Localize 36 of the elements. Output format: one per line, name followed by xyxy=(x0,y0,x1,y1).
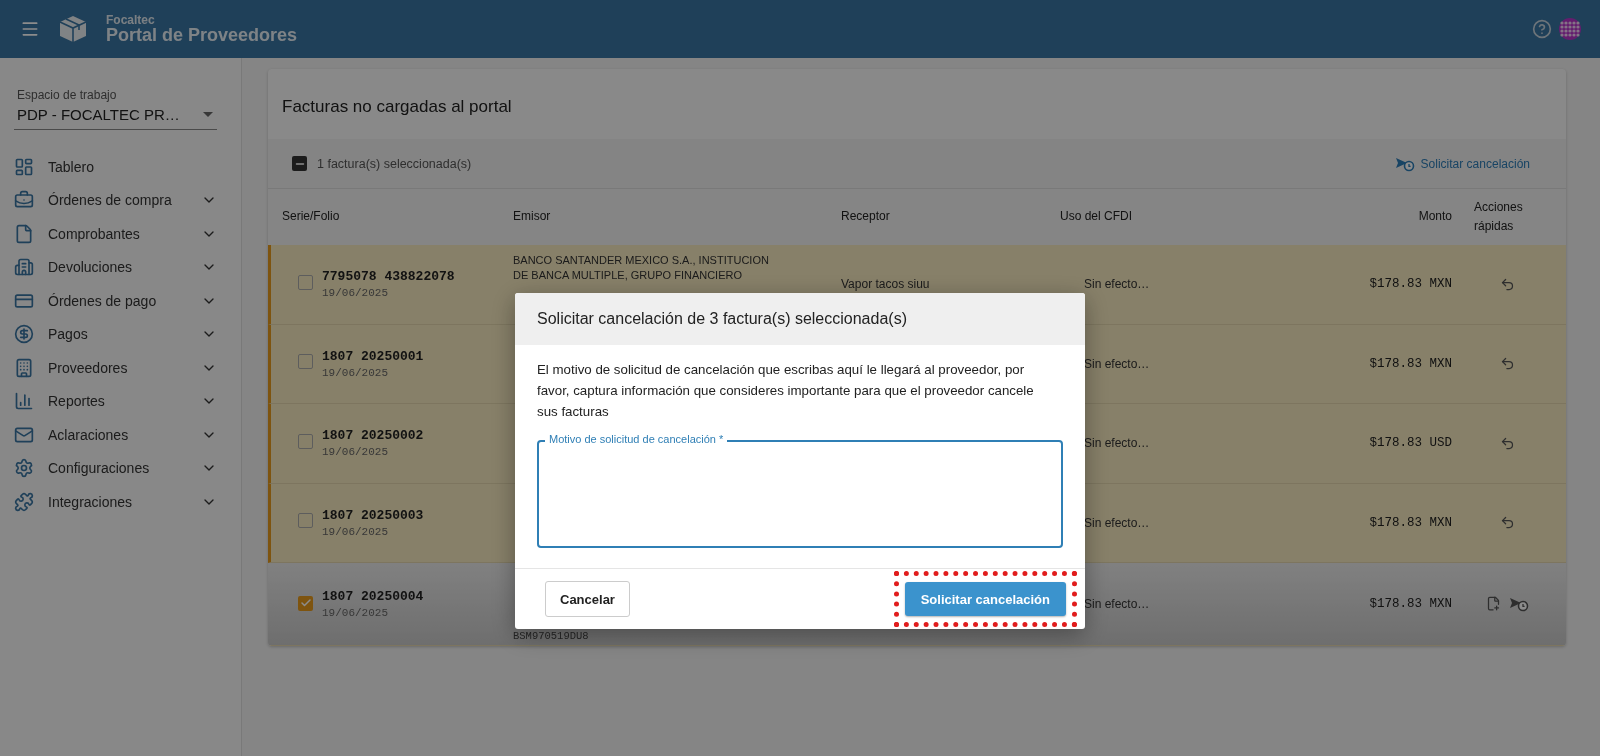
amount-text: $178.83 MXN xyxy=(1368,277,1452,292)
date-text: 19/06/2025 xyxy=(322,446,389,459)
column-header: Receptor xyxy=(841,208,891,226)
cfdi-use: Sin efecto… xyxy=(1084,436,1150,451)
receiver-name: Vapor tacos siuu xyxy=(841,277,931,292)
date-text: 19/06/2025 xyxy=(322,525,389,538)
folio-text: 1807 20250004 xyxy=(322,589,425,604)
dialog-message: El motivo de solicitud de cancelación que escribas aquí le llegará al proveedor, por favor, captura información que consideres importante para que el proveedor cancele sus facturas xyxy=(537,360,1035,422)
amount-text: $178.83 USD xyxy=(1368,436,1452,451)
brand-title: Portal de Proveedores xyxy=(106,26,298,44)
issuer-rfc: BSM970519DU8 xyxy=(513,629,589,642)
column-header: Uso del CFDI xyxy=(1060,208,1134,226)
panel-title: Facturas no cargadas al portal xyxy=(281,96,513,118)
workspace-label: Espacio de trabajo xyxy=(16,88,118,102)
amount-text: $178.83 MXN xyxy=(1368,597,1452,611)
amount-text: $178.83 MXN xyxy=(1368,515,1452,530)
cfdi-use: Sin efecto… xyxy=(1084,597,1150,611)
folio-text: 1807 20250002 xyxy=(322,428,425,444)
amount-text: $178.83 MXN xyxy=(1368,356,1452,371)
date-text: 19/06/2025 xyxy=(322,287,389,300)
cfdi-use: Sin efecto… xyxy=(1084,356,1150,371)
brand-subtitle: Focaltec xyxy=(106,14,156,26)
column-header: Acciones rápidas xyxy=(1473,198,1524,235)
column-header: Serie/Folio xyxy=(282,208,341,226)
folio-text: 1807 20250003 xyxy=(322,507,425,523)
selection-count: 1 factura(s) seleccionada(s) xyxy=(317,156,473,171)
cfdi-use: Sin efecto… xyxy=(1084,277,1150,292)
column-header: Emisor xyxy=(513,208,552,226)
folio-text: 1807 20250001 xyxy=(322,348,425,364)
column-header: Monto xyxy=(1417,208,1452,226)
cfdi-use: Sin efecto… xyxy=(1084,515,1150,530)
issuer-name: BANCO SANTANDER MEXICO S.A., INSTITUCION DE BANCA MULTIPLE, GRUPO FINANCIERO xyxy=(513,253,770,283)
date-text: 19/06/2025 xyxy=(322,607,389,619)
dialog-title: Solicitar cancelación de 3 factura(s) seleccionada(s) xyxy=(515,292,1085,345)
date-text: 19/06/2025 xyxy=(322,366,389,379)
folio-text: 7795078 438822078 xyxy=(322,269,456,285)
